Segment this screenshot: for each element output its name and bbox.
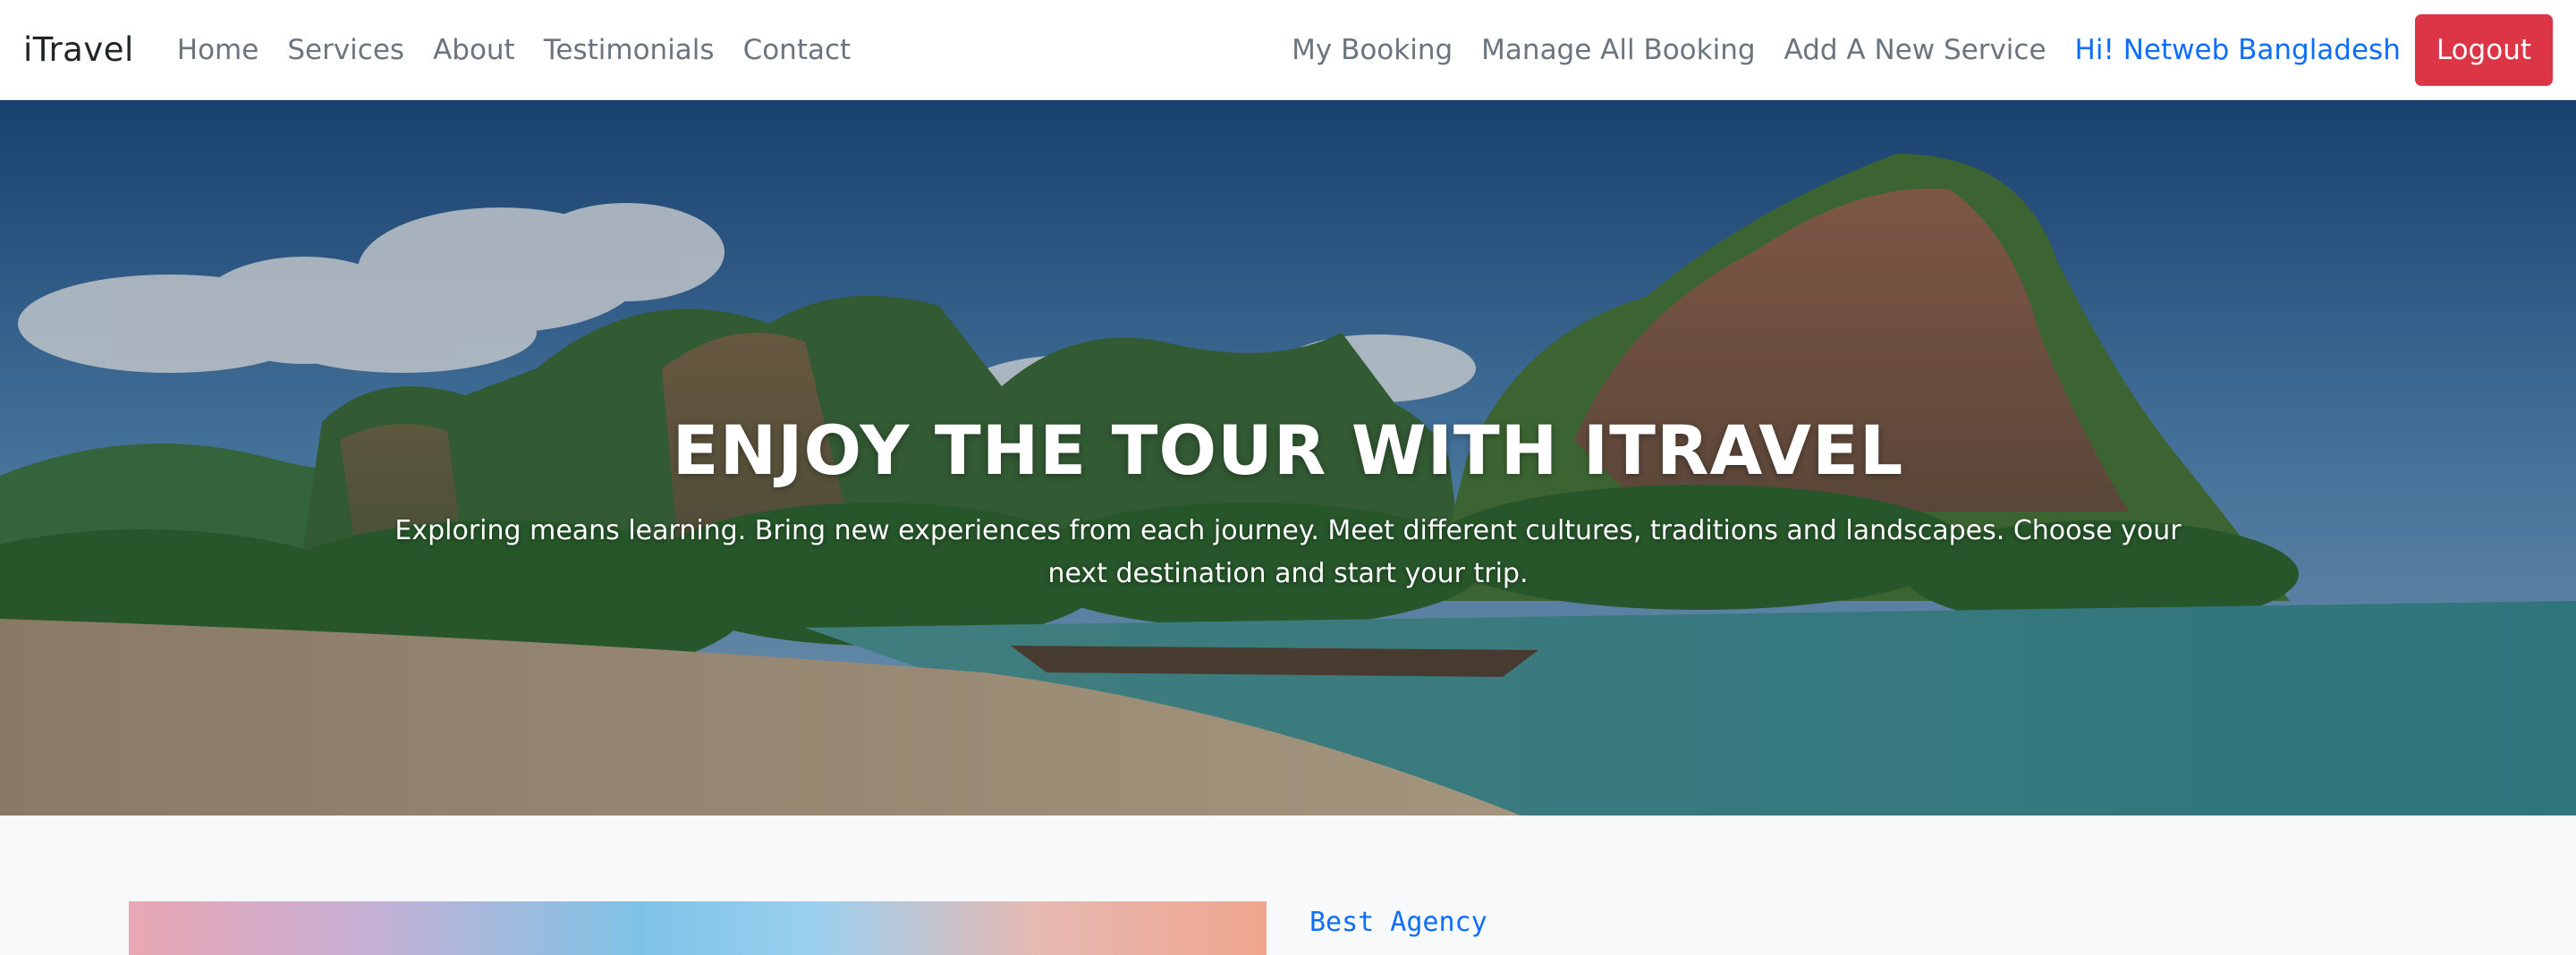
nav-link-contact[interactable]: Contact [743, 34, 852, 66]
nav-link-about[interactable]: About [433, 34, 515, 66]
nav-left-links: Home Services About Testimonials Contact [177, 34, 879, 66]
nav-link-add-service[interactable]: Add A New Service [1784, 34, 2046, 66]
logout-button[interactable]: Logout [2414, 13, 2553, 86]
nav-link-manage-all-booking[interactable]: Manage All Booking [1481, 34, 1755, 66]
nav-right-links: My Booking Manage All Booking Add A New … [1263, 13, 2553, 86]
navbar: iTravel Home Services About Testimonials… [0, 0, 2576, 100]
user-greeting: Hi! Netweb Bangladesh [2074, 33, 2401, 66]
about-section: Best Agency [0, 816, 2576, 955]
hero-banner: ENJOY THE TOUR WITH ITRAVEL Exploring me… [0, 100, 2576, 816]
nav-link-my-booking[interactable]: My Booking [1292, 34, 1453, 66]
nav-link-testimonials[interactable]: Testimonials [544, 34, 715, 66]
brand-logo[interactable]: iTravel [23, 30, 134, 69]
about-image [129, 901, 1267, 955]
hero-subtitle: Exploring means learning. Bring new expe… [394, 514, 2182, 589]
hero-title: ENJOY THE TOUR WITH ITRAVEL [672, 410, 1904, 490]
nav-link-home[interactable]: Home [177, 34, 259, 66]
hero-content: ENJOY THE TOUR WITH ITRAVEL Exploring me… [0, 100, 2576, 816]
nav-link-services[interactable]: Services [287, 34, 404, 66]
